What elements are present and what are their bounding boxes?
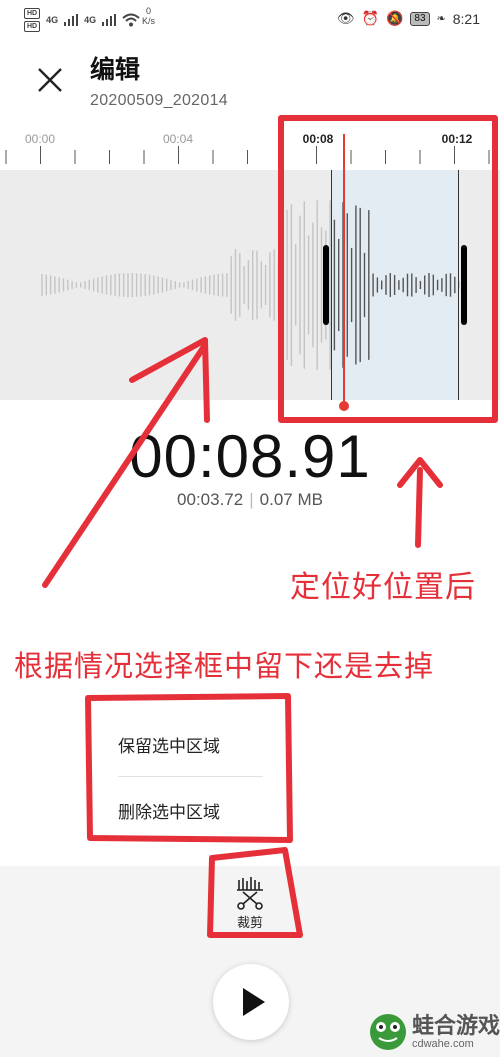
watermark: 蛙合游戏 cdwahe.com: [368, 1012, 500, 1052]
battery-indicator: 83: [410, 11, 430, 26]
waveform: [41, 200, 460, 370]
keep-selection-option[interactable]: 保留选中区域: [118, 732, 220, 757]
current-time: 00:08.91: [129, 423, 371, 490]
selection-start-line: [331, 170, 332, 400]
scissors-icon[interactable]: [233, 876, 267, 910]
page-title: 编辑: [90, 56, 141, 84]
play-button[interactable]: [213, 964, 289, 1040]
network-speed: 0 K/s: [142, 6, 155, 26]
ruler-ticks: [5, 146, 490, 164]
hd-badge: HD: [24, 21, 41, 32]
frog-logo-icon: [370, 1014, 406, 1050]
file-name: 20200509_202014: [90, 92, 228, 109]
wifi-icon: [122, 13, 140, 27]
signal-icon: [102, 14, 117, 26]
clip-info: 00:03.72 | 0.07 MB: [0, 490, 500, 510]
crop-label[interactable]: 裁剪: [230, 912, 270, 931]
separator: |: [249, 490, 254, 509]
signal-indicators: HD HD 4G 4G: [24, 8, 140, 32]
selection-end-handle[interactable]: [461, 245, 467, 325]
playhead-knob[interactable]: [339, 401, 349, 411]
file-size: 0.07 MB: [259, 490, 323, 509]
status-bar: HD HD 4G 4G 0 K/s 👁 ⏰ 🔕 83 ❧ 8:21: [0, 0, 500, 40]
status-right: 👁 ⏰ 🔕 83 ❧ 8:21: [337, 10, 480, 27]
position-note: 定位好位置后: [290, 571, 476, 604]
delete-selection-option[interactable]: 删除选中区域: [118, 798, 220, 823]
hd-badge: HD: [24, 8, 41, 19]
eye-icon: 👁: [336, 10, 355, 26]
menu-divider: [118, 776, 263, 777]
selection-start-handle[interactable]: [323, 245, 329, 325]
network-type-label: 4G: [46, 15, 59, 25]
choose-note: 根据情况选择框中留下还是去掉: [14, 651, 435, 683]
play-icon: [243, 988, 265, 1016]
selection-duration: 00:03.72: [177, 490, 244, 509]
alarm-icon: ⏰: [361, 10, 379, 26]
network-type-label: 4G: [84, 15, 97, 25]
playhead[interactable]: [343, 134, 345, 406]
clock-time: 8:21: [452, 10, 480, 27]
mute-bell-icon: 🔕: [385, 10, 404, 26]
crop-options-menu: 保留选中区域 删除选中区域: [88, 696, 288, 836]
speed-unit: K/s: [142, 16, 156, 26]
leaf-icon: ❧: [436, 13, 446, 25]
selection-end-line: [458, 170, 459, 400]
watermark-url: cdwahe.com: [412, 1038, 474, 1050]
time-ruler: 00:00 00:04 00:08 00:12: [0, 120, 500, 172]
watermark-name: 蛙合游戏: [412, 1013, 500, 1038]
close-icon[interactable]: [32, 62, 68, 98]
speed-value: 0: [146, 6, 152, 16]
signal-icon: [64, 14, 79, 26]
